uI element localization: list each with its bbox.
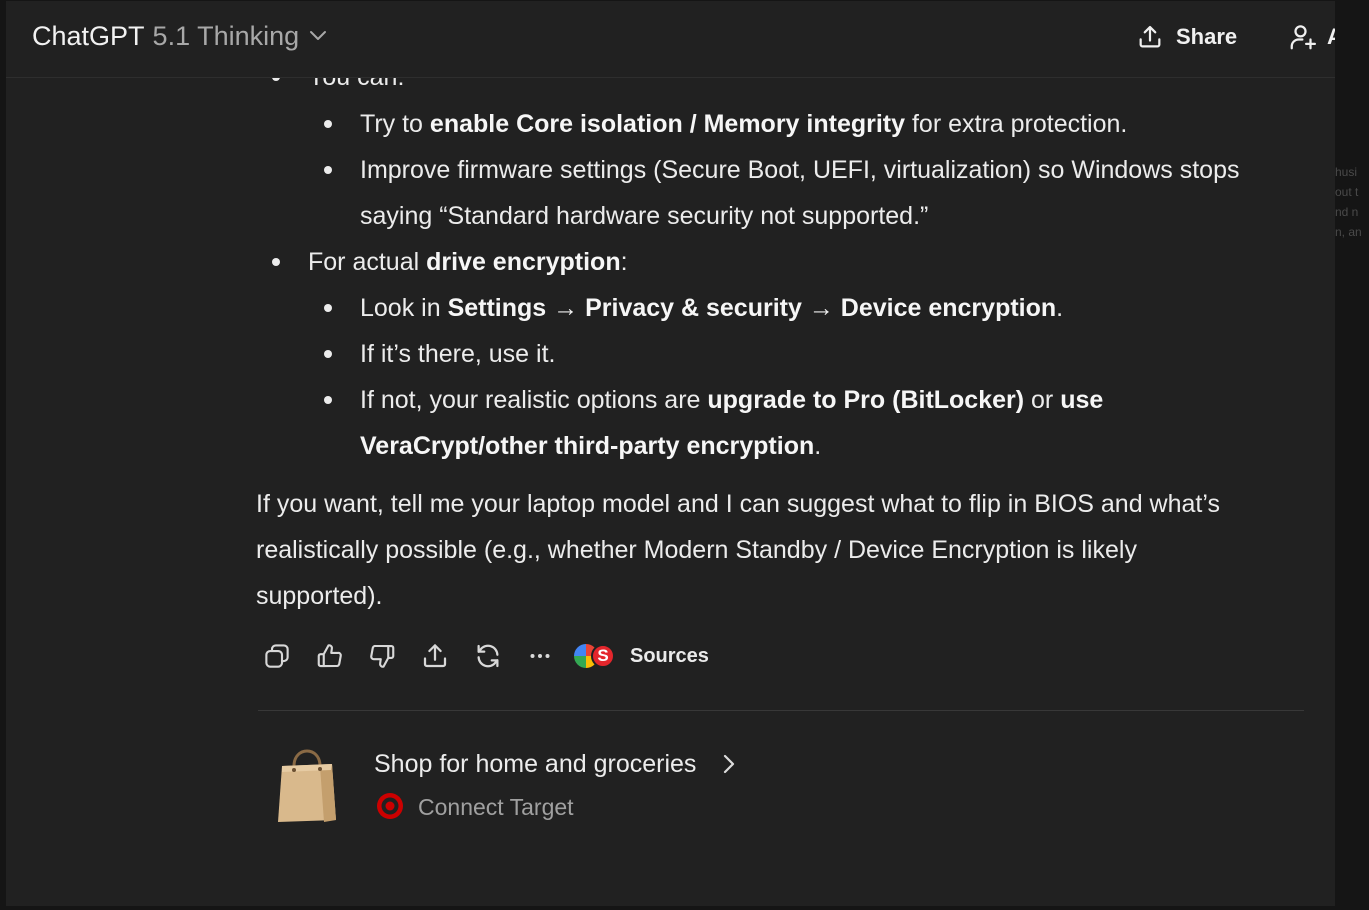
bold-text: Privacy & security <box>585 294 802 322</box>
share-message-button[interactable] <box>419 639 451 673</box>
connect-target-link[interactable]: Connect Target <box>418 794 574 821</box>
message-line-text: realistically possible (e.g., whether Mo… <box>256 535 1137 565</box>
app-title: ChatGPT <box>32 20 145 51</box>
bold-text: VeraCrypt/other third-party encryption <box>360 432 815 460</box>
text-run: If not, your realistic options are <box>360 386 708 414</box>
side-text-fragment: nd n <box>1335 205 1359 219</box>
bold-text: enable Core isolation / Memory integrity <box>429 110 906 138</box>
message-line-text: VeraCrypt/other third-party encryption. <box>360 431 821 461</box>
bullet-point <box>324 350 332 358</box>
side-text-fragment: n, an <box>1335 225 1362 239</box>
text-run: . <box>814 432 822 460</box>
cut-off-label: A <box>1327 24 1335 49</box>
text-run: If it’s there, use it. <box>360 340 556 368</box>
text-run: . <box>1056 294 1064 322</box>
message-line-text: saying “Standard hardware security not s… <box>360 201 928 231</box>
text-run: supported). <box>256 582 383 610</box>
text-run: Try to <box>360 110 430 138</box>
text-run: realistically possible (e.g., whether Mo… <box>256 536 1137 564</box>
more-options-button[interactable] <box>524 639 556 673</box>
text-run: for extra protection. <box>905 110 1128 138</box>
side-panel-edge: husi out t nd n n, an <box>1335 0 1369 910</box>
bold-text: upgrade to Pro (BitLocker) <box>707 386 1025 414</box>
source-favicons: S <box>572 642 620 670</box>
message-line-text: For actual drive encryption: <box>308 247 628 277</box>
message-line-text: If it’s there, use it. <box>360 339 555 369</box>
bullet-point <box>272 258 280 266</box>
sources-button[interactable]: S Sources <box>572 639 709 673</box>
bold-text: use <box>1060 386 1104 414</box>
shop-card-title: Shop for home and groceries <box>374 750 697 778</box>
upload-icon <box>423 644 447 668</box>
message-line-text: supported). <box>256 581 382 611</box>
message-line-text: If you want, tell me your laptop model a… <box>256 489 1220 519</box>
copy-button[interactable] <box>261 639 293 673</box>
bold-text: Settings <box>447 294 547 322</box>
thumbs-down-icon <box>370 644 395 668</box>
good-response-button[interactable] <box>314 639 346 673</box>
bullet-point <box>324 396 332 404</box>
share-label: Share <box>1176 24 1238 49</box>
share-button[interactable]: Share <box>1136 19 1237 55</box>
text-run: or <box>1024 386 1061 414</box>
shopping-bag-icon <box>278 749 336 822</box>
text-run: → <box>546 294 586 322</box>
bold-text: Device encryption <box>840 294 1057 322</box>
refresh-icon <box>477 644 499 668</box>
bullet-point <box>324 304 332 312</box>
sources-label: Sources <box>630 644 709 667</box>
side-text-fragment: out t <box>1335 185 1359 199</box>
message-line-text: Improve firmware settings (Secure Boot, … <box>360 155 1239 185</box>
source-favicon-icon: S <box>591 644 615 668</box>
model-switcher[interactable]: ChatGPT 5.1 Thinking <box>32 18 327 54</box>
chat-window: You can:Try to enable Core isolation / M… <box>6 1 1335 906</box>
assistant-message: You can:Try to enable Core isolation / M… <box>6 1 1335 906</box>
more-dots-icon <box>530 654 550 658</box>
bold-text: drive encryption <box>426 248 621 276</box>
chevron-down-icon <box>310 31 327 40</box>
message-line-text: If not, your realistic options are upgra… <box>360 385 1103 415</box>
text-run: If you want, tell me your laptop model a… <box>256 490 1220 518</box>
bad-response-button[interactable] <box>366 639 398 673</box>
regenerate-button[interactable] <box>472 639 504 673</box>
shop-suggestion-card[interactable]: Shop for home and groceries Connect Targ… <box>268 736 788 836</box>
model-version: 5.1 Thinking <box>152 20 300 51</box>
text-run: For actual <box>308 248 427 276</box>
message-line-text: Look in Settings → Privacy & security → … <box>360 293 1063 323</box>
share-upload-icon <box>1139 25 1161 48</box>
side-text-fragment: husi <box>1335 165 1358 179</box>
top-bar: ChatGPT 5.1 Thinking Share A <box>6 1 1335 78</box>
chevron-right-icon <box>723 754 735 774</box>
bullet-point <box>324 166 332 174</box>
target-logo-icon <box>377 793 403 819</box>
message-line-text: Try to enable Core isolation / Memory in… <box>360 109 1127 139</box>
text-run: Improve firmware settings (Secure Boot, … <box>360 156 1240 184</box>
bullet-point <box>324 120 332 128</box>
copy-icon <box>265 644 289 668</box>
text-run: : <box>620 248 628 276</box>
text-run: → <box>801 294 841 322</box>
add-people-button[interactable] <box>1288 17 1324 57</box>
divider <box>258 710 1304 711</box>
add-person-icon <box>1290 25 1316 50</box>
text-run: saying “Standard hardware security not s… <box>360 202 929 230</box>
thumbs-up-icon <box>317 644 342 668</box>
text-run: Look in <box>360 294 448 322</box>
